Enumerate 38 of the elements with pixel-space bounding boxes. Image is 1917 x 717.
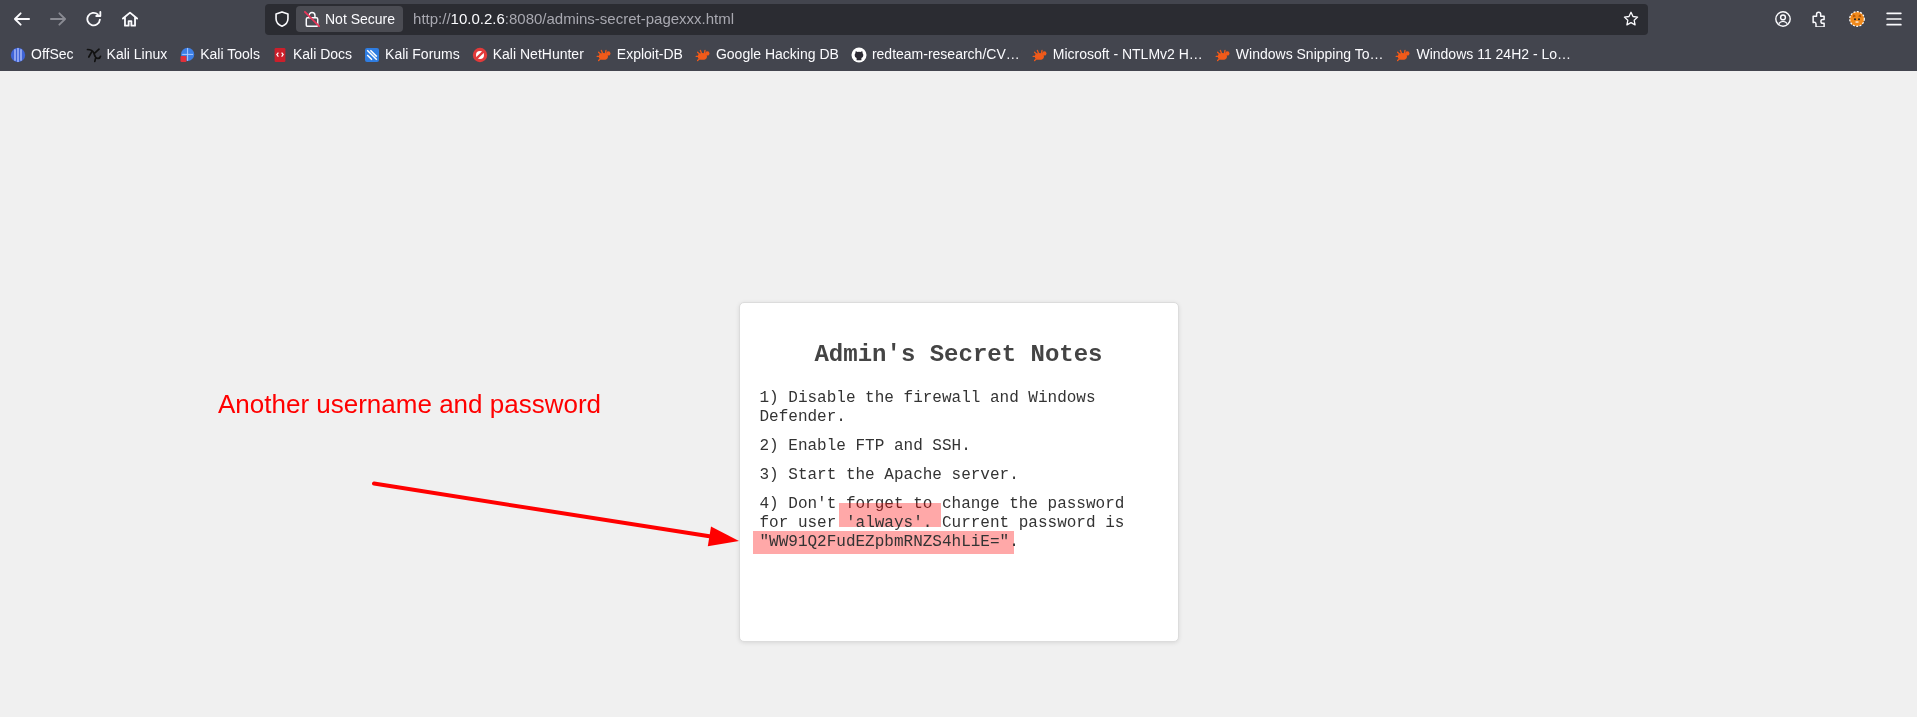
bookmark[interactable]: Windows 11 24H2 - Lo… [1389, 42, 1578, 67]
bookmark[interactable]: Exploit-DB [589, 42, 689, 67]
shield-icon[interactable] [274, 11, 290, 27]
fox-face-icon [1849, 11, 1865, 27]
slashed-tile-icon [364, 46, 381, 63]
bookmark[interactable]: OffSec [4, 42, 80, 67]
security-indicator[interactable]: Not Secure [296, 6, 404, 32]
puzzle-icon [1812, 11, 1828, 27]
bookmark[interactable]: Kali Tools [173, 42, 266, 67]
cat-circle-icon [850, 46, 867, 63]
annotation-label: Another username and password [218, 389, 601, 419]
striped-circle-icon [10, 46, 26, 63]
bookmark[interactable]: Kali Linux [79, 42, 174, 67]
notes-title: Admin's Secret Notes [813, 340, 1104, 370]
bookmark[interactable]: redteam-research/CV… [844, 42, 1026, 67]
forward-arrow-icon [50, 11, 66, 27]
note-text: 2) Enable FTP and SSH. [758, 437, 972, 457]
bookmark[interactable]: Kali Forums [358, 42, 466, 67]
bookmark[interactable]: Windows Snipping To… [1208, 42, 1390, 67]
bookmark[interactable]: Google Hacking DB [688, 42, 845, 67]
note-text: 1) Disable the firewall and Windows Defender. [758, 389, 1097, 428]
back-arrow-icon [14, 11, 30, 27]
account-icon [1775, 11, 1791, 27]
lock-slash-icon [304, 11, 320, 27]
home-icon [122, 11, 138, 27]
bookmark[interactable]: Kali NetHunter [465, 42, 590, 67]
menu-icon [1886, 11, 1902, 27]
url-text[interactable]: http://10.0.2.6:8080/admins-secret-pagexxx.html [413, 7, 735, 31]
address-bar[interactable]: Not Secure http://10.0.2.6:8080/admins-secret-pagexxx.html [265, 3, 1648, 35]
ring-icon [471, 46, 488, 63]
bookmark[interactable]: Microsoft - NTLMv2 H… [1025, 42, 1209, 67]
note-text: 4) Don't forget to change the password for user 'always'. Current password is "WW91Q2FudEZpbmRNZS4hLiE=". [752, 495, 1158, 556]
circle-badge-icon [179, 46, 196, 63]
bookmark[interactable]: Kali Docs [265, 42, 359, 67]
note-text: 3) Start the Apache server. [758, 466, 1020, 486]
star-icon[interactable] [1623, 11, 1639, 27]
reload-icon [86, 11, 102, 27]
dragon-icon [85, 46, 102, 63]
